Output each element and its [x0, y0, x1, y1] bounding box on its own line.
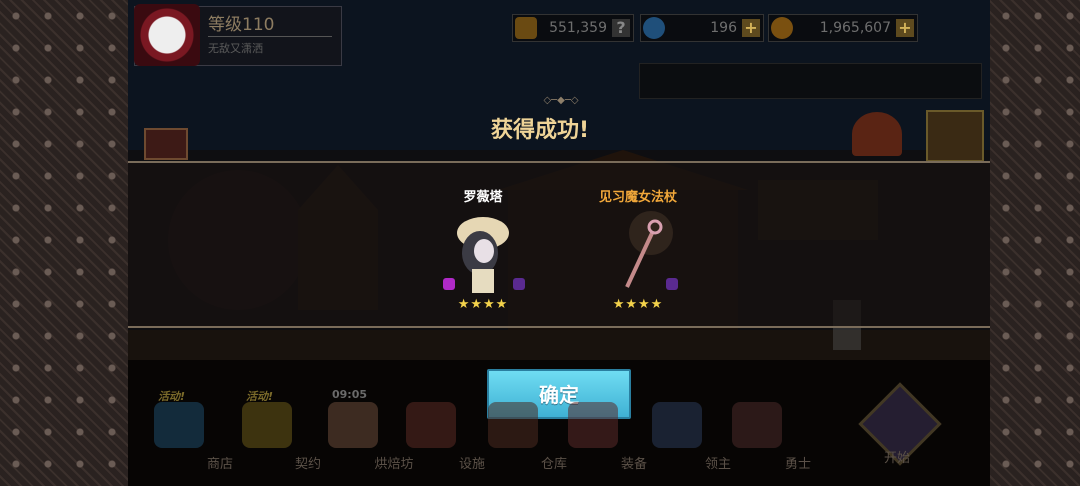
magic-type-icon	[666, 278, 678, 290]
nav-warrior[interactable]: 勇士	[716, 380, 811, 486]
storage-icon	[488, 402, 538, 448]
warrior-icon	[732, 402, 782, 448]
help-icon[interactable]: ?	[612, 19, 630, 37]
star-badge-icon	[515, 17, 537, 39]
notice-banner	[639, 63, 982, 99]
star-rating: ★★★★	[457, 297, 509, 312]
rarity-tag-icon	[443, 278, 455, 290]
contract-icon	[242, 402, 292, 448]
nav-lord[interactable]: 领主	[636, 380, 731, 486]
reward-item: 罗薇塔 ★★★★	[413, 186, 553, 312]
nav-shop[interactable]: 活动! 商店	[138, 380, 233, 486]
resource-coin-value: 1,965,607	[819, 20, 891, 36]
nav-bakery[interactable]: 09:05 烘焙坊	[312, 380, 414, 486]
equipment-icon	[568, 402, 618, 448]
reward-item: 见习魔女法杖 ★★★★	[568, 186, 708, 312]
start-label: 开始	[884, 451, 911, 466]
nav-facility[interactable]: 设施	[390, 380, 485, 486]
popup-title: 获得成功!	[490, 118, 590, 143]
diamond-icon	[643, 17, 665, 39]
bakery-timer: 09:05	[332, 388, 368, 401]
player-name: 无敌又潇洒	[208, 42, 263, 55]
bakery-icon	[328, 402, 378, 448]
nav-contract[interactable]: 活动! 契约	[226, 380, 321, 486]
start-button[interactable]: 开始	[840, 372, 960, 480]
magic-type-icon	[513, 278, 525, 290]
reward-panel	[128, 161, 990, 328]
divider	[208, 36, 332, 37]
shop-gem-icon	[154, 402, 204, 448]
right-border-pattern	[990, 0, 1080, 486]
add-diamond-button[interactable]: +	[742, 19, 760, 37]
resource-coin: 1,965,607 +	[768, 14, 918, 42]
ornament-icon: ◇─◆─◇	[543, 95, 579, 106]
resource-star-value: 551,359	[549, 20, 607, 36]
reward-item-name: 见习魔女法杖	[598, 190, 677, 205]
nav-label: 勇士	[784, 457, 811, 472]
left-border-pattern	[0, 0, 128, 486]
reward-item-name: 罗薇塔	[463, 190, 503, 205]
player-level: 等级110	[208, 15, 275, 35]
coin-icon	[771, 17, 793, 39]
nav-storage[interactable]: 仓库	[472, 380, 567, 486]
nav-equipment[interactable]: 装备	[552, 380, 647, 486]
resource-diamond: 196 +	[640, 14, 764, 42]
resource-diamond-value: 196	[710, 20, 737, 36]
resource-star: 551,359 ?	[512, 14, 634, 42]
lord-icon	[652, 402, 702, 448]
facility-icon	[406, 402, 456, 448]
player-avatar[interactable]	[134, 4, 200, 66]
star-rating: ★★★★	[612, 297, 664, 312]
add-coin-button[interactable]: +	[896, 19, 914, 37]
